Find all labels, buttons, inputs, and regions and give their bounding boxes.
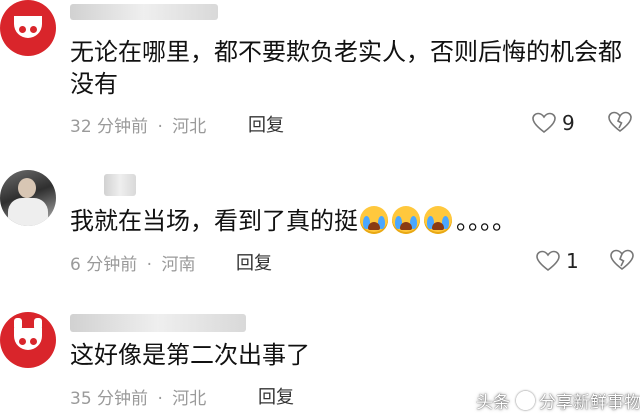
meta-separator: · (157, 117, 163, 137)
watermark-platform: 头条 (476, 393, 510, 413)
comment-location: 河北 (172, 117, 207, 137)
comment-text: 无论在哪里，都不要欺负老实人，否则后悔的机会都 没有 (70, 36, 622, 100)
comment-meta: 35 分钟前 · 河北 (70, 384, 210, 409)
comment-text: 这好像是第二次出事了 (70, 339, 310, 371)
dislike-button[interactable] (608, 111, 632, 137)
comment-text-line: 没有 (70, 70, 118, 98)
crying-face-emoji (392, 206, 420, 234)
like-count: 9 (562, 111, 575, 135)
dislike-button[interactable] (610, 249, 634, 275)
avatar-face-icon (14, 16, 42, 38)
heart-outline-icon (536, 250, 560, 272)
crying-face-emoji (360, 206, 388, 234)
like-button[interactable]: 9 (532, 111, 575, 135)
like-count: 1 (566, 249, 579, 273)
comment-meta: 32 分钟前 · 河北 (70, 112, 210, 137)
comment-text-line: 我就在当场，看到了真的挺 (70, 207, 358, 235)
avatar-face-icon (14, 328, 42, 350)
reply-button[interactable]: 回复 (236, 249, 272, 275)
reply-button[interactable]: 回复 (258, 383, 294, 409)
username-blurred[interactable] (70, 314, 246, 332)
comment-location: 河南 (161, 255, 196, 275)
user-avatar[interactable] (0, 312, 56, 368)
watermark: 头条 分享新鲜事物 (476, 388, 640, 413)
watermark-logo-icon (516, 391, 535, 410)
comment-location: 河北 (172, 389, 207, 409)
username-blurred[interactable] (104, 174, 136, 196)
comment-time: 35 分钟前 (70, 389, 149, 409)
comment-time: 6 分钟前 (70, 255, 138, 275)
like-button[interactable]: 1 (536, 249, 579, 273)
reply-button[interactable]: 回复 (248, 111, 284, 137)
comment-text-line: 无论在哪里，都不要欺负老实人，否则后悔的机会都 (70, 38, 622, 66)
comment-text: 我就在当场，看到了真的挺 。。。。 (70, 205, 516, 237)
broken-heart-icon (610, 249, 634, 271)
heart-outline-icon (532, 112, 556, 134)
crying-face-emoji (424, 206, 452, 234)
meta-separator: · (146, 255, 153, 275)
comment-text-line: 这好像是第二次出事了 (70, 341, 310, 369)
user-avatar[interactable] (0, 0, 56, 56)
username-blurred[interactable] (70, 4, 218, 20)
watermark-account: 分享新鲜事物 (539, 393, 640, 413)
comment-meta: 6 分钟前 · 河南 (70, 250, 199, 275)
comment-time: 32 分钟前 (70, 117, 149, 137)
comment-text-suffix: 。。。。 (456, 207, 516, 235)
user-avatar[interactable] (0, 170, 56, 226)
broken-heart-icon (608, 111, 632, 133)
meta-separator: · (157, 389, 163, 409)
